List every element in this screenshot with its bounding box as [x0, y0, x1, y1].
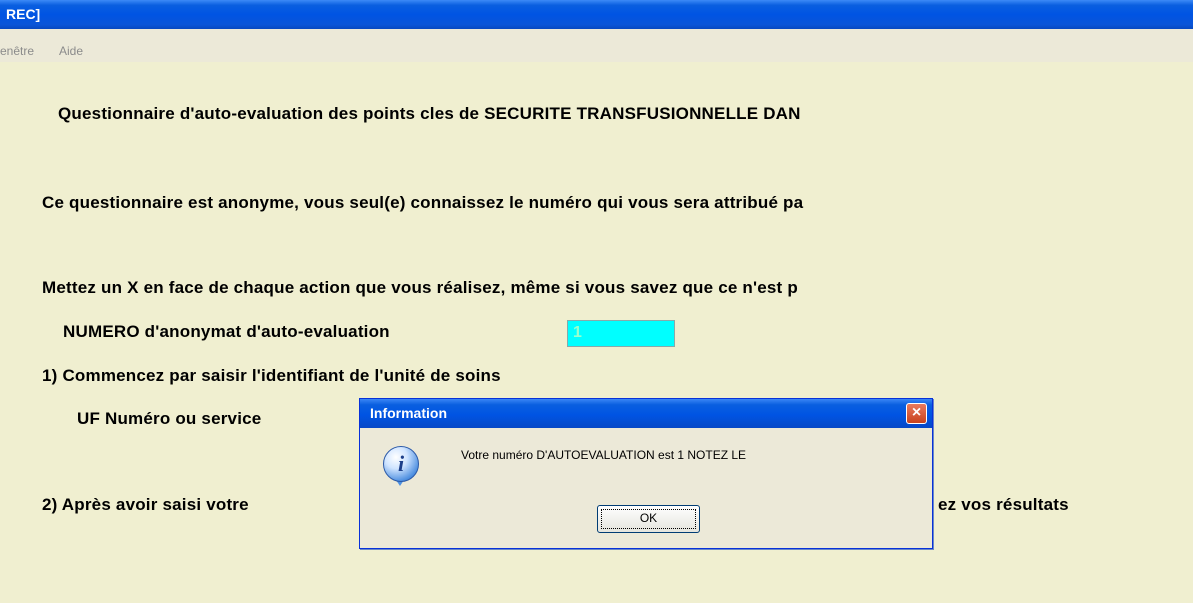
- page-heading: Questionnaire d'auto-evaluation des poin…: [58, 104, 801, 123]
- window-titlebar: REC]: [0, 0, 1193, 29]
- information-dialog: Information × i Votre numéro D'AUTOEVALU…: [359, 398, 933, 549]
- step1-text: 1) Commencez par saisir l'identifiant de…: [42, 366, 501, 385]
- information-icon: i: [383, 446, 419, 482]
- close-icon[interactable]: ×: [906, 403, 927, 424]
- step2-text-start: 2) Après avoir saisi votre: [42, 495, 249, 514]
- dialog-message: Votre numéro D'AUTOEVALUATION est 1 NOTE…: [461, 448, 747, 462]
- window-title: REC]: [6, 6, 41, 22]
- instructions-text: Mettez un X en face de chaque action que…: [42, 278, 798, 297]
- numero-field[interactable]: 1: [567, 320, 675, 347]
- step2-text-end: ez vos résultats: [938, 495, 1069, 514]
- dialog-titlebar: Information ×: [360, 399, 932, 428]
- anonymity-text: Ce questionnaire est anonyme, vous seul(…: [42, 193, 804, 212]
- menu-bar: enêtre Aide: [0, 40, 1193, 62]
- menu-item-aide[interactable]: Aide: [59, 44, 83, 58]
- numero-label: NUMERO d'anonymat d'auto-evaluation: [63, 322, 390, 341]
- ok-button-focus-ring: [601, 509, 696, 529]
- ok-button[interactable]: OK: [597, 505, 700, 533]
- menu-item-fenetre[interactable]: enêtre: [0, 44, 34, 58]
- uf-label: UF Numéro ou service: [77, 409, 262, 428]
- dialog-title: Information: [370, 405, 447, 421]
